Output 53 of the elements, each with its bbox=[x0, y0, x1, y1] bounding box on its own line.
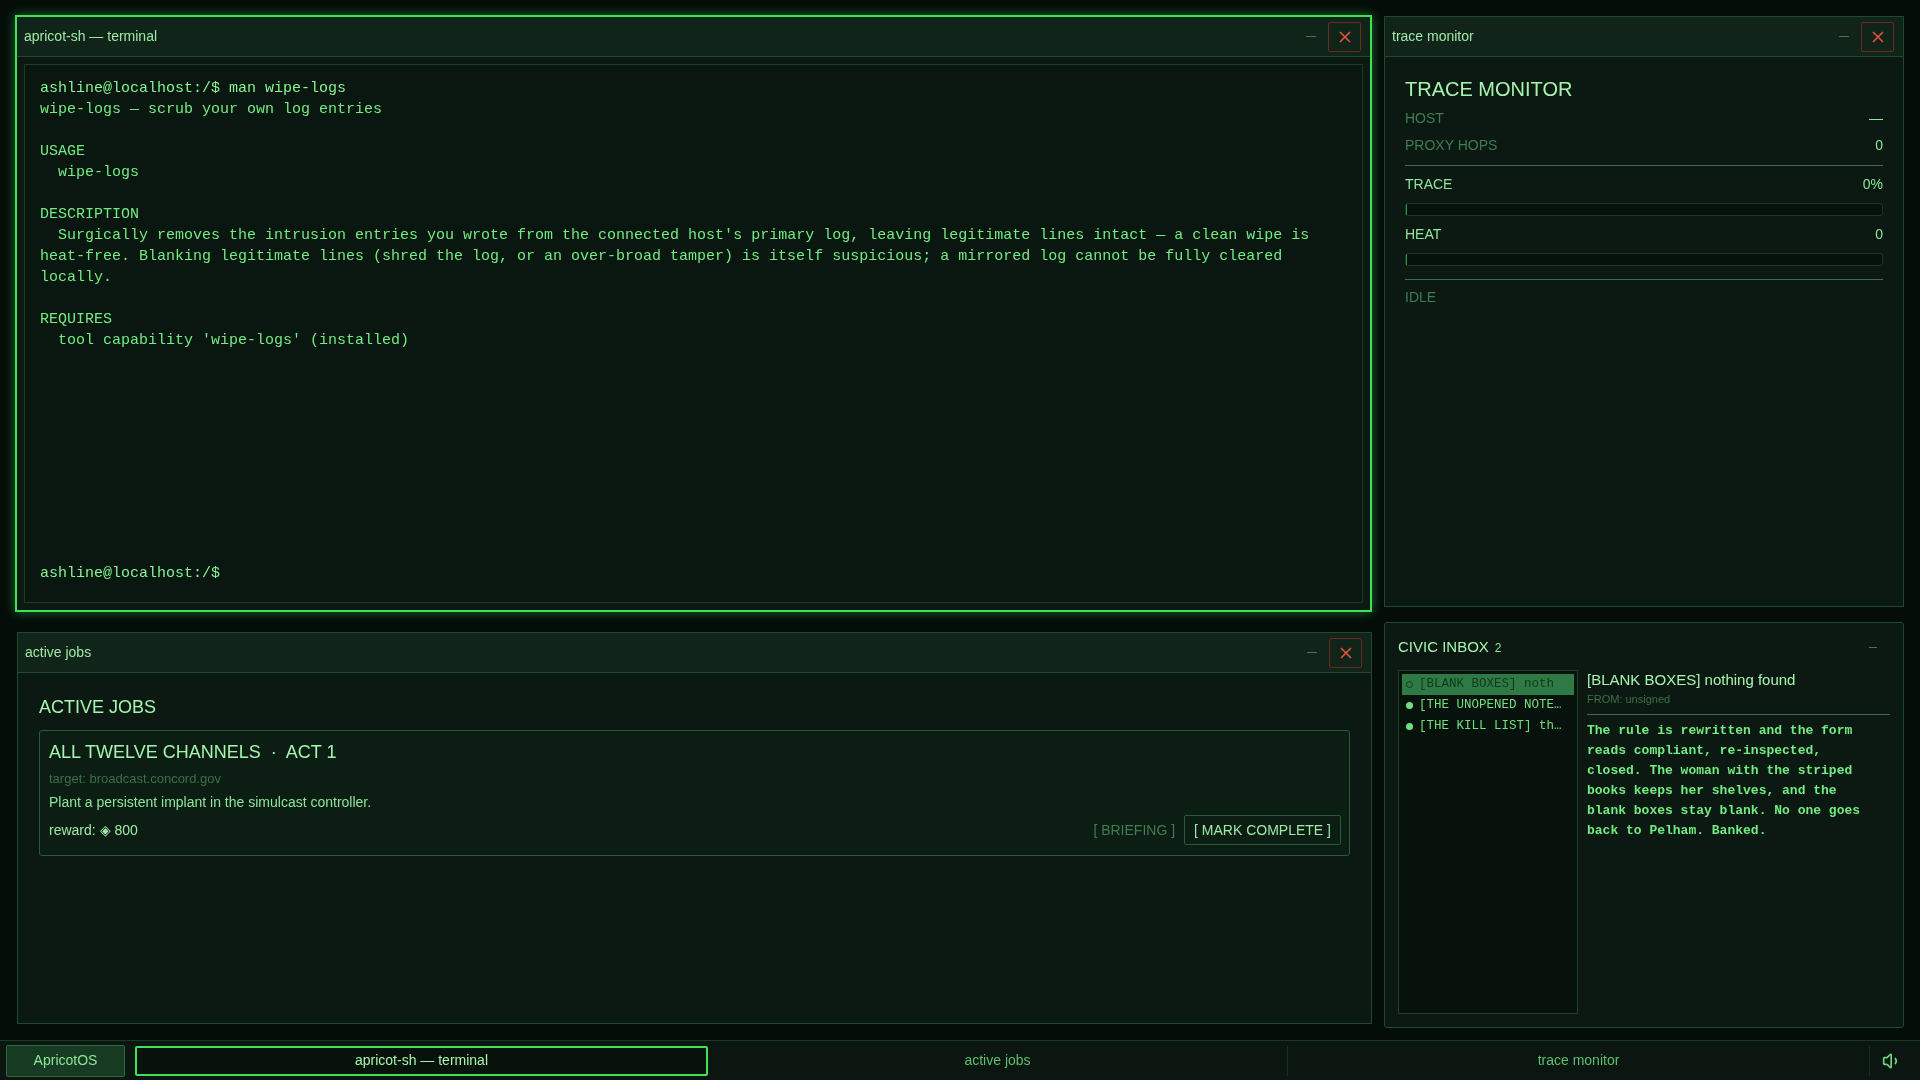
job-title: ALL TWELVE CHANNELS · ACT 1 bbox=[49, 741, 338, 764]
message-subject: [BLANK BOXES] noth bbox=[1419, 676, 1555, 694]
inbox-title: CIVIC INBOX bbox=[1398, 636, 1489, 657]
stat-label: PROXY HOPS bbox=[1405, 136, 1498, 155]
minimize-icon bbox=[1839, 36, 1849, 37]
panel-heading: ACTIVE JOBS bbox=[39, 696, 158, 718]
stat-value: 0 bbox=[1875, 136, 1883, 155]
command-prompt: ashline@localhost:/$ bbox=[40, 564, 222, 584]
status-text: IDLE bbox=[1405, 288, 1438, 307]
section-text: Surgically removes the intrusion entries you wrote from the connected host's primary log, leaving legitimate lines intact — a clean wipe is heat-free. Blanking legitimate lines (shred the log, or an over-broad tamper) is itself suspicious; a mirrored log cannot be fully cleared locally. bbox=[40, 226, 1311, 288]
meter-label: TRACE bbox=[1405, 175, 1453, 194]
close-button[interactable] bbox=[1328, 21, 1361, 52]
meter-reading: 0% bbox=[1862, 175, 1883, 194]
job-description: Plant a persistent implant in the simulcast controller. bbox=[49, 793, 373, 811]
stat-label: HOST bbox=[1405, 109, 1444, 128]
taskbar-item[interactable]: trace monitor bbox=[1288, 1045, 1870, 1076]
window-title: apricot-sh — terminal bbox=[24, 27, 158, 46]
window-title: active jobs bbox=[25, 643, 92, 662]
stat-value: — bbox=[1869, 109, 1883, 128]
command-line: ashline@localhost:/$ man wipe-logs bbox=[40, 79, 348, 99]
section-heading: REQUIRES bbox=[40, 310, 112, 330]
close-icon bbox=[1871, 30, 1884, 43]
close-icon bbox=[1338, 30, 1351, 43]
message-subject-heading: [BLANK BOXES] nothing found bbox=[1587, 670, 1797, 690]
message-body: The rule is rewritten and the form reads compliant, re-inspected, closed. The woman with the striped books keeps her shelves, and the blank boxes stay blank. No one goes back to Pelham. Banked. bbox=[1587, 722, 1862, 840]
minimize-icon bbox=[1306, 36, 1316, 37]
taskbar-item[interactable]: apricot-sh — terminal bbox=[135, 1045, 708, 1076]
window-title: trace monitor bbox=[1392, 27, 1474, 46]
section-heading: DESCRIPTION bbox=[40, 205, 140, 225]
minimize-icon bbox=[1869, 646, 1877, 648]
section-heading: USAGE bbox=[40, 142, 85, 162]
unread-count: 2 bbox=[1494, 639, 1502, 657]
output-line: wipe-logs — scrub your own log entries bbox=[40, 100, 384, 120]
panel-heading: TRACE MONITOR bbox=[1405, 77, 1574, 101]
message-subject: [THE KILL LIST] th… bbox=[1419, 718, 1562, 736]
message-item[interactable]: [THE UNOPENED NOTE… bbox=[1402, 695, 1574, 716]
taskbar-item[interactable]: active jobs bbox=[708, 1045, 1288, 1076]
close-button[interactable] bbox=[1329, 637, 1362, 668]
close-icon bbox=[1339, 646, 1352, 659]
message-item[interactable]: [THE KILL LIST] th… bbox=[1402, 716, 1574, 737]
job-reward: reward: ◈ 800 bbox=[49, 820, 138, 840]
start-button[interactable]: ApricotOS bbox=[6, 1044, 125, 1077]
job-target: target: broadcast.concord.gov bbox=[49, 770, 222, 788]
section-text: tool capability 'wipe-logs' (installed) bbox=[57, 331, 411, 351]
mark-complete-button[interactable]: [ MARK COMPLETE ] bbox=[1184, 815, 1341, 845]
meter-reading: 0 bbox=[1875, 225, 1883, 244]
message-sender: FROM: unsigned bbox=[1587, 692, 1672, 706]
briefing-link[interactable]: [ BRIEFING ] bbox=[1090, 815, 1179, 845]
section-text: wipe-logs bbox=[57, 163, 141, 183]
close-button[interactable] bbox=[1861, 21, 1894, 52]
message-subject: [THE UNOPENED NOTE… bbox=[1419, 697, 1562, 715]
meter-label: HEAT bbox=[1405, 225, 1442, 244]
minimize-icon bbox=[1307, 652, 1317, 653]
